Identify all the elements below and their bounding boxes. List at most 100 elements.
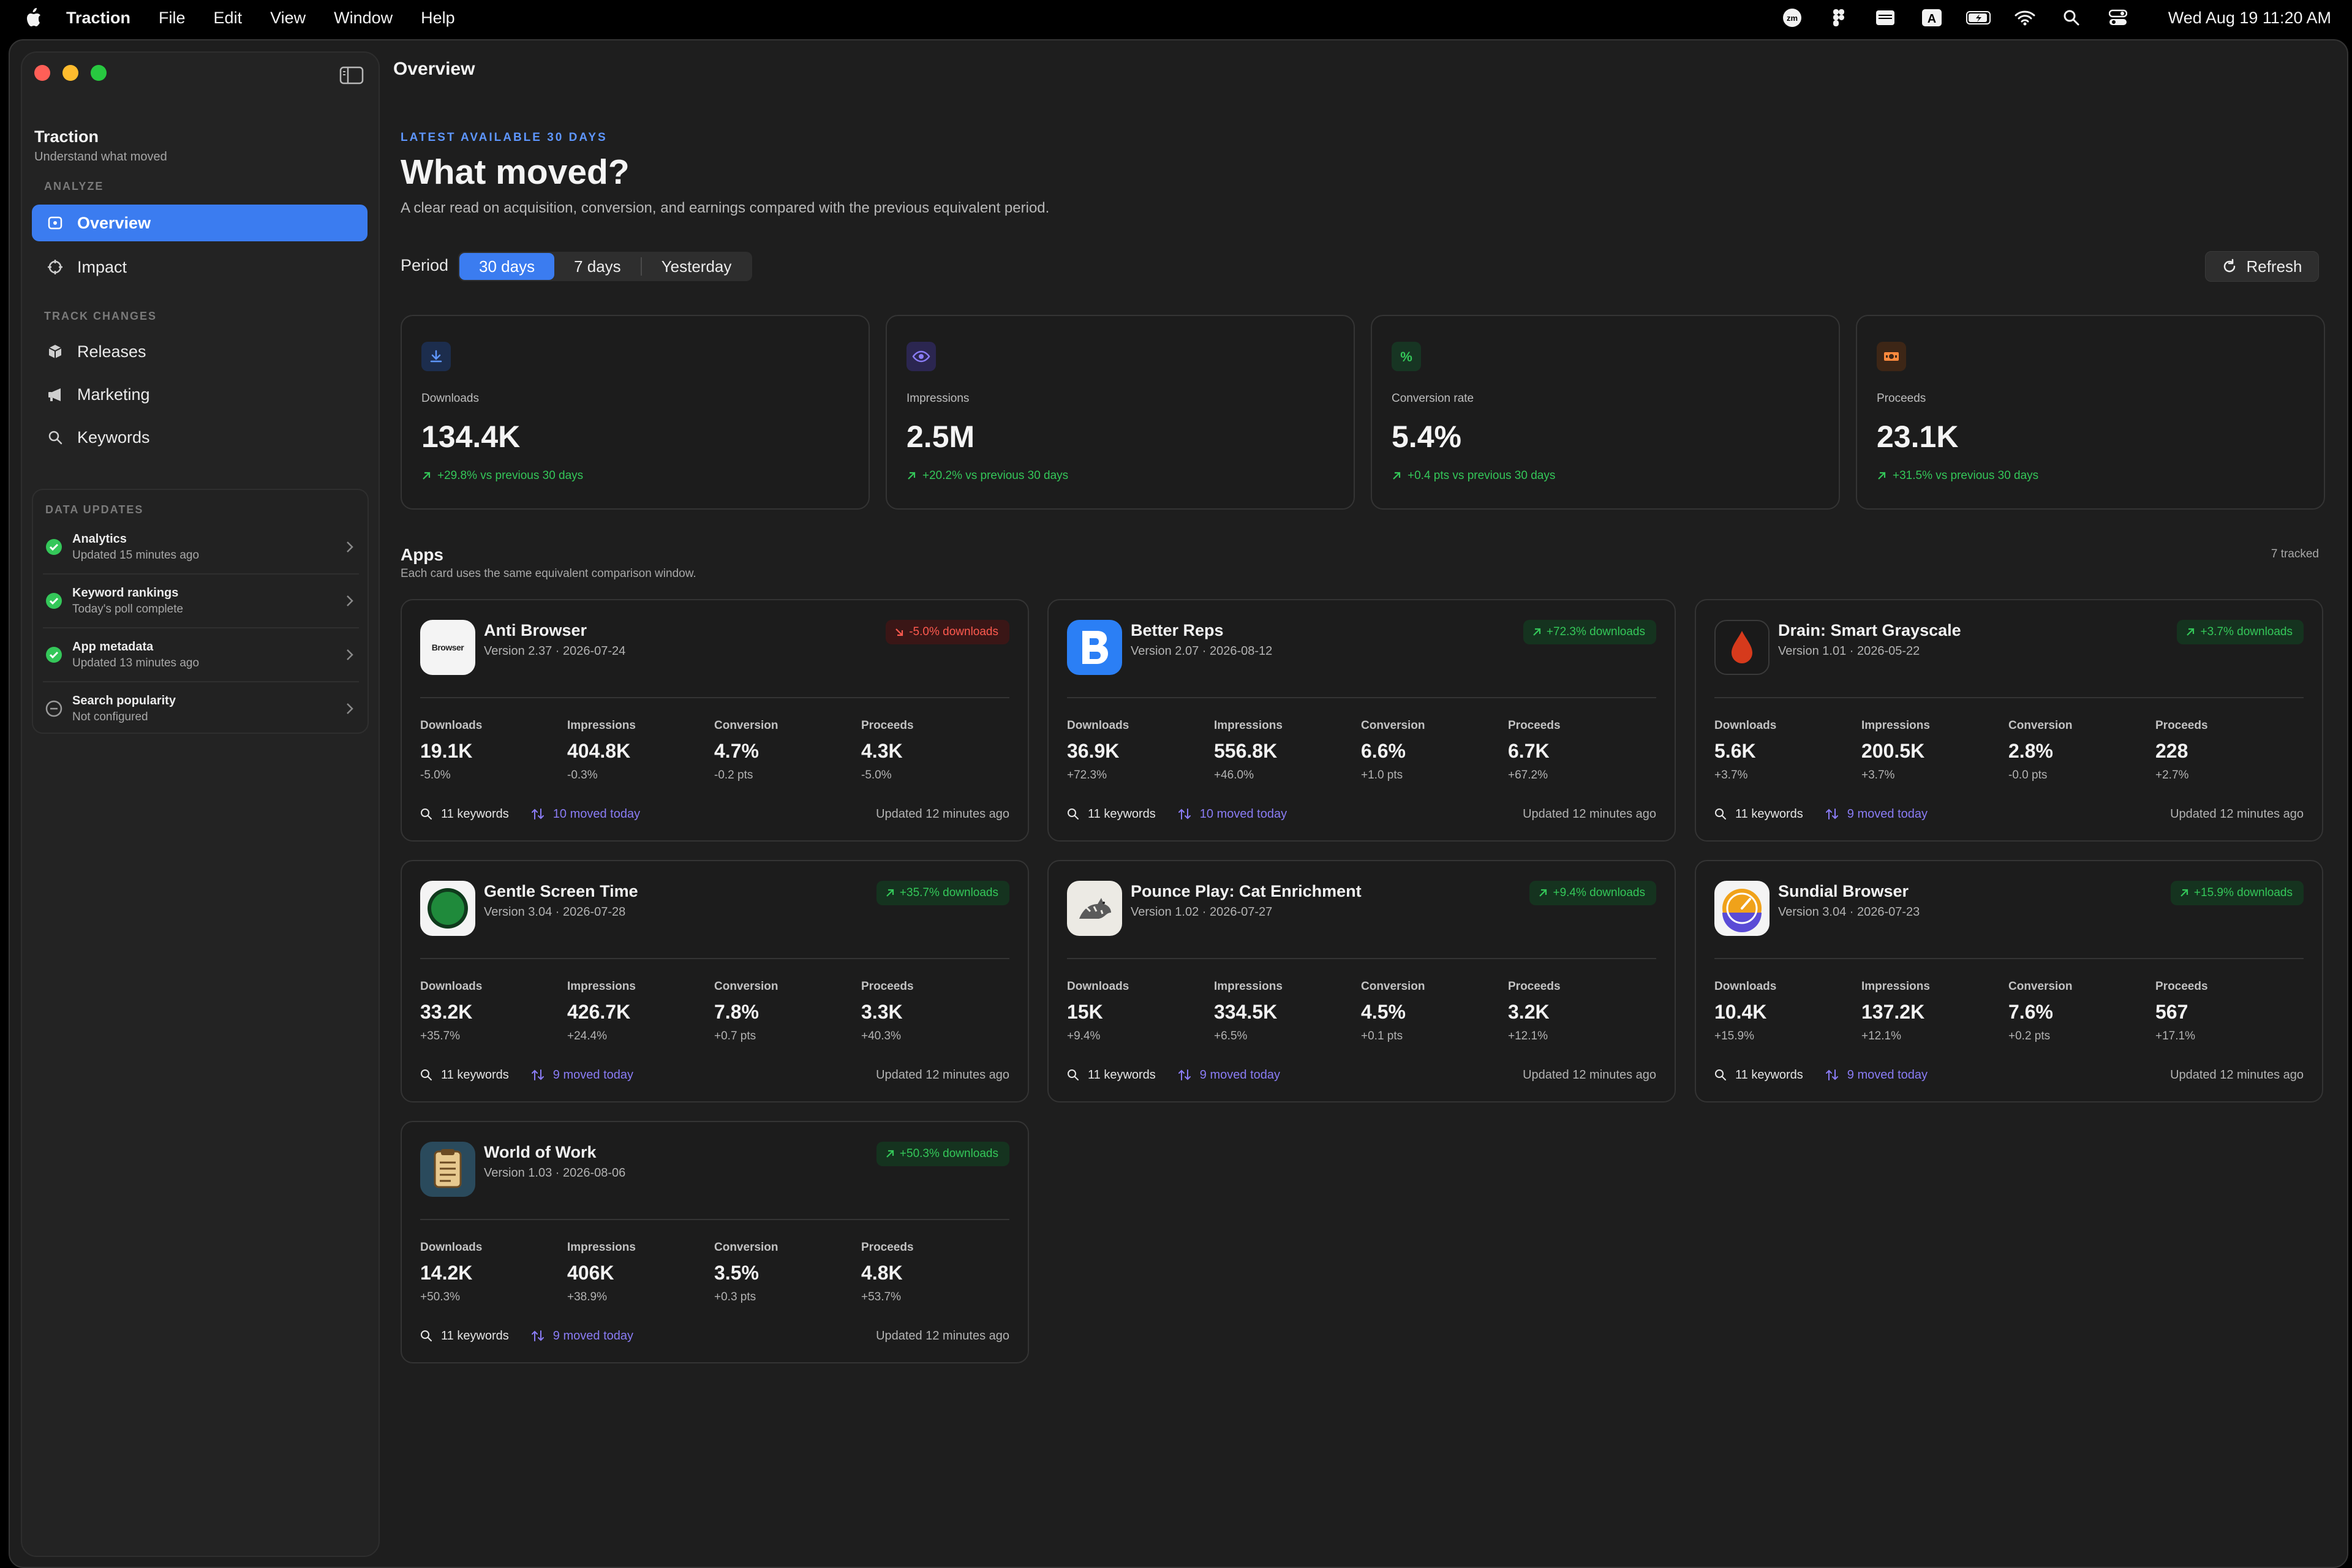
keywords-link[interactable]: 11 keywords (1714, 807, 1803, 821)
menu-view[interactable]: View (270, 9, 306, 28)
moved-link[interactable]: 9 moved today (1178, 1068, 1280, 1082)
battery-icon[interactable] (1966, 7, 1991, 28)
keywords-link[interactable]: 11 keywords (420, 1068, 509, 1082)
last-updated: Updated 12 minutes ago (2170, 807, 2304, 821)
brand-name: Traction (34, 127, 99, 146)
app-card-drain-smart-grayscale[interactable]: Drain: Smart Grayscale Version 1.01 · 20… (1695, 599, 2323, 842)
app-card-world-of-work[interactable]: World of Work Version 1.03 · 2026-08-06 … (401, 1121, 1029, 1363)
moved-link[interactable]: 9 moved today (531, 1329, 633, 1343)
moved-link[interactable]: 9 moved today (1825, 807, 1928, 821)
badge-text: +50.3% downloads (899, 1147, 998, 1160)
metric-proceeds: Proceeds 4.8K +53.7% (861, 1241, 914, 1304)
update-row-keyword-rankings[interactable]: Keyword rankings Today's poll complete (33, 575, 368, 627)
menu-file[interactable]: File (159, 9, 186, 28)
menu-app-name[interactable]: Traction (66, 9, 130, 28)
metric-delta: +0.7 pts (714, 1030, 756, 1042)
keywords-link[interactable]: 11 keywords (1067, 807, 1156, 821)
metric-impressions: Impressions 406K +38.9% (567, 1241, 636, 1304)
kpi-label: Downloads (421, 392, 479, 405)
metric-conversion: Conversion 2.8% -0.0 pts (2008, 719, 2073, 782)
app-card-gentle-screen-time[interactable]: Gentle Screen Time Version 3.04 · 2026-0… (401, 860, 1029, 1102)
metric-label: Conversion (1361, 719, 1425, 732)
app-card-anti-browser[interactable]: Browser Anti Browser Version 2.37 · 2026… (401, 599, 1029, 842)
update-row-search-popularity[interactable]: Search popularity Not configured (33, 682, 368, 735)
metric-label: Proceeds (2155, 980, 2208, 993)
zoom-tray-icon[interactable]: zm (1780, 7, 1804, 28)
moved-link[interactable]: 9 moved today (1825, 1068, 1928, 1082)
update-row-analytics[interactable]: Analytics Updated 15 minutes ago (33, 521, 368, 573)
sidebar-item-keywords[interactable]: Keywords (32, 419, 368, 456)
menu-help[interactable]: Help (421, 9, 455, 28)
arrow-up-right-icon (2180, 889, 2188, 897)
update-title: Analytics (72, 532, 127, 546)
wifi-icon[interactable] (2013, 7, 2037, 28)
sidebar-item-marketing[interactable]: Marketing (32, 376, 368, 413)
moved-link[interactable]: 10 moved today (531, 807, 640, 821)
app-icon-text: Browser (431, 643, 464, 652)
metric-label: Downloads (1714, 980, 1777, 993)
moved-link[interactable]: 9 moved today (531, 1068, 633, 1082)
sidebar-item-releases[interactable]: Releases (32, 333, 368, 370)
window-controls (34, 65, 107, 81)
menu-edit[interactable]: Edit (214, 9, 243, 28)
moved-link[interactable]: 10 moved today (1178, 807, 1287, 821)
metric-delta: +40.3% (861, 1030, 901, 1042)
search-icon (1715, 809, 1726, 820)
update-status: Not configured (72, 710, 148, 723)
metric-delta: +0.2 pts (2008, 1030, 2051, 1042)
metric-label: Impressions (567, 1241, 636, 1254)
divider (420, 697, 1009, 698)
update-title: Keyword rankings (72, 586, 179, 600)
metric-delta: -5.0% (420, 769, 451, 782)
menu-clock[interactable]: Wed Aug 19 11:20 AM (2168, 9, 2331, 28)
sidebar-item-label: Releases (77, 342, 146, 361)
headline: What moved? (401, 153, 630, 192)
zoom-window-button[interactable] (91, 65, 107, 81)
disabled-circle-icon (45, 700, 62, 717)
spotlight-search-icon[interactable] (2059, 7, 2084, 28)
period-option-yesterday[interactable]: Yesterday (642, 253, 752, 280)
window-tray-icon[interactable] (1873, 7, 1898, 28)
metric-value: 14.2K (420, 1262, 473, 1284)
sidebar-item-impact[interactable]: Impact (32, 249, 368, 285)
downloads-change-badge: +72.3% downloads (1523, 620, 1656, 644)
close-window-button[interactable] (34, 65, 50, 81)
keywords-link[interactable]: 11 keywords (1714, 1068, 1803, 1082)
update-row-app-metadata[interactable]: App metadata Updated 13 minutes ago (33, 628, 368, 681)
metric-delta: +3.7% (1861, 769, 1895, 782)
app-card-sundial-browser[interactable]: Sundial Browser Version 3.04 · 2026-07-2… (1695, 860, 2323, 1102)
apple-logo-icon[interactable] (21, 6, 45, 30)
metric-delta: -0.2 pts (714, 769, 753, 782)
card-footer: 11 keywords 9 moved today Updated 12 min… (1714, 805, 2304, 823)
keywords-link[interactable]: 11 keywords (1067, 1068, 1156, 1082)
figma-tray-icon[interactable] (1826, 7, 1851, 28)
sidebar-toggle-icon[interactable] (339, 66, 364, 85)
metric-value: 15K (1067, 1001, 1103, 1023)
refresh-label: Refresh (2246, 257, 2302, 276)
keywords-link[interactable]: 11 keywords (420, 1329, 509, 1343)
period-selector: 30 days 7 days Yesterday (458, 252, 753, 281)
keywords-count: 11 keywords (441, 807, 509, 821)
sidebar-item-overview[interactable]: Overview (32, 205, 368, 241)
metric-conversion: Conversion 7.6% +0.2 pts (2008, 980, 2073, 1043)
refresh-button[interactable]: Refresh (2205, 251, 2319, 282)
minimize-window-button[interactable] (62, 65, 78, 81)
app-card-better-reps[interactable]: Better Reps Version 2.07 · 2026-08-12 +7… (1047, 599, 1676, 842)
section-label-track: TRACK CHANGES (44, 310, 157, 322)
kpi-delta-text: +20.2% vs previous 30 days (922, 469, 1069, 482)
input-source-icon[interactable]: A (1920, 7, 1944, 28)
metric-proceeds: Proceeds 6.7K +67.2% (1508, 719, 1561, 782)
control-center-icon[interactable] (2106, 7, 2130, 28)
period-label: Period (401, 256, 449, 274)
metric-proceeds: Proceeds 567 +17.1% (2155, 980, 2208, 1043)
metric-delta: +35.7% (420, 1030, 460, 1042)
keywords-link[interactable]: 11 keywords (420, 807, 509, 821)
sidebar-item-label: Keywords (77, 428, 150, 447)
metric-delta: +67.2% (1508, 769, 1548, 782)
app-version: Version 1.01 · 2026-05-22 (1778, 644, 1920, 658)
menu-window[interactable]: Window (334, 9, 393, 28)
period-option-7-days[interactable]: 7 days (554, 253, 641, 280)
app-card-pounce-play-cat-enrichment[interactable]: Pounce Play: Cat Enrichment Version 1.02… (1047, 860, 1676, 1102)
app-version: Version 2.37 · 2026-07-24 (484, 644, 626, 658)
period-option-30-days[interactable]: 30 days (459, 253, 555, 280)
